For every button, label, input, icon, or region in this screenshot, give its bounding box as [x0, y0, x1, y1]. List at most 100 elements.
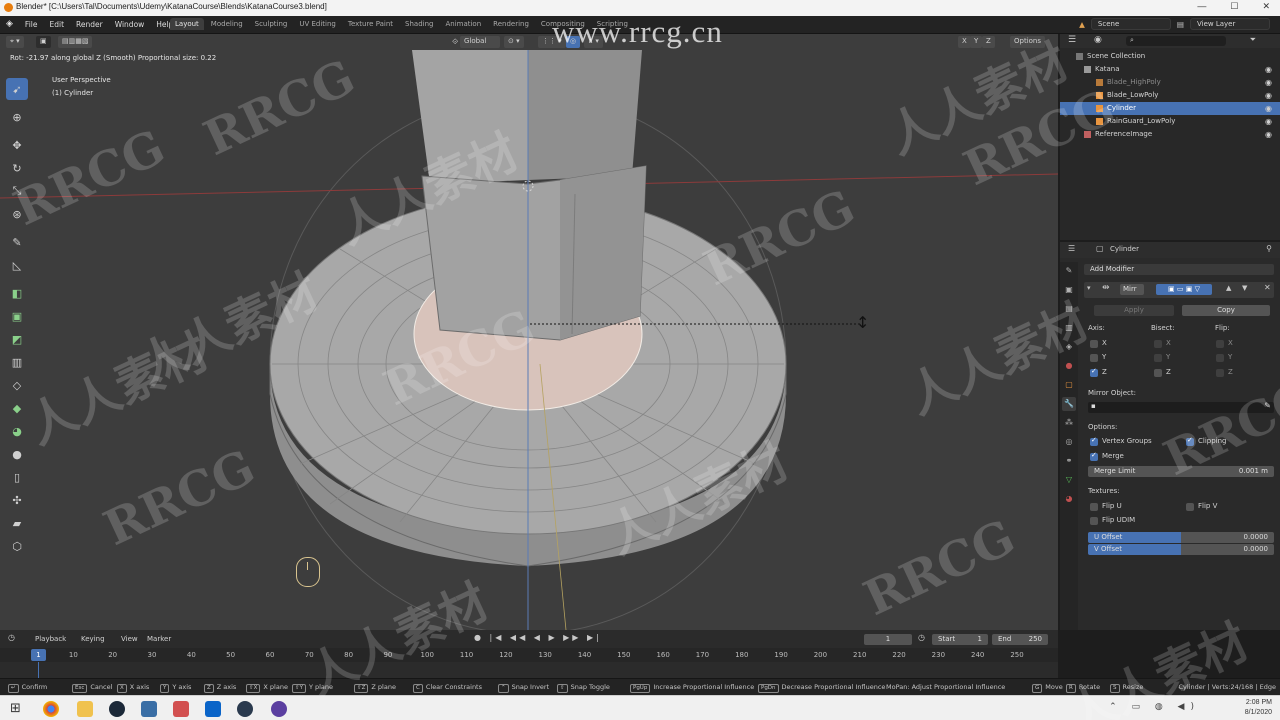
annotate-tool-icon[interactable]: ✎: [6, 231, 28, 253]
photos-icon[interactable]: [141, 701, 157, 717]
tab-shading[interactable]: Shading: [400, 18, 438, 30]
modifier-tab-icon[interactable]: 🔧: [1062, 397, 1076, 411]
outliner-item-referenceimage[interactable]: ReferenceImage ◉: [1060, 128, 1280, 141]
tab-texture-paint[interactable]: Texture Paint: [343, 18, 398, 30]
scene-tab-icon[interactable]: ◈: [1062, 340, 1076, 354]
outliner-item-cylinder[interactable]: Cylinder ◉: [1060, 102, 1280, 115]
preview-range-icon[interactable]: ◷: [918, 633, 925, 642]
start-frame-field[interactable]: Start 1: [932, 634, 988, 645]
move-down-icon[interactable]: ▼: [1242, 284, 1247, 292]
shear-tool-icon[interactable]: ▰: [6, 512, 28, 534]
clock[interactable]: 2:08 PM 8/1/2020: [1245, 698, 1272, 718]
tab-uv-editing[interactable]: UV Editing: [294, 18, 341, 30]
pin-icon[interactable]: ⚲: [1266, 244, 1272, 253]
select-box-modes[interactable]: ▤▥▦▧: [58, 36, 93, 48]
scale-tool-icon[interactable]: ⤡: [6, 180, 28, 202]
windows-start-icon[interactable]: ⊞: [10, 701, 21, 716]
physics-tab-icon[interactable]: ◎: [1062, 435, 1076, 449]
cursor-tool-icon[interactable]: ⊕: [6, 106, 28, 128]
tab-sculpting[interactable]: Sculpting: [250, 18, 293, 30]
filter-icon[interactable]: ⏷: [1250, 35, 1256, 45]
measure-tool-icon[interactable]: ◺: [6, 254, 28, 276]
spin-tool-icon[interactable]: ◕: [6, 420, 28, 442]
object-tab-icon[interactable]: ▢: [1062, 378, 1076, 392]
outliner-item-katana[interactable]: Katana ◉: [1060, 63, 1280, 76]
flip-x-checkbox[interactable]: [1216, 340, 1224, 348]
3d-viewport[interactable]: ↕ ⌖ ▾ ▣ ▤▥▦▧ ⟐ Global ⊙ ▾ ⋮⋮ ▾ ◎ ∧ ▾ X Y…: [0, 34, 1058, 630]
close-button[interactable]: ✕: [1262, 1, 1270, 12]
shrink-fatten-tool-icon[interactable]: ✣: [6, 489, 28, 511]
poly-build-tool-icon[interactable]: ◆: [6, 397, 28, 419]
constraints-tab-icon[interactable]: ⚭: [1062, 454, 1076, 468]
rotate-tool-icon[interactable]: ↻: [6, 157, 28, 179]
transform-tool-icon[interactable]: ⊛: [6, 203, 28, 225]
flip-udim-checkbox[interactable]: [1090, 517, 1098, 525]
menu-view[interactable]: View: [121, 635, 138, 643]
inset-tool-icon[interactable]: ▣: [6, 305, 28, 327]
material-tab-icon[interactable]: ◕: [1062, 492, 1076, 506]
vertex-groups-checkbox[interactable]: [1090, 436, 1098, 446]
chrome-icon[interactable]: [43, 701, 59, 717]
visibility-eye-icon[interactable]: ◉: [1265, 128, 1272, 141]
axis-z-toggle[interactable]: Z: [982, 36, 995, 48]
v-offset-slider[interactable]: V Offset 0.0000: [1088, 544, 1274, 555]
outliner-editor-icon[interactable]: ☰: [1068, 35, 1076, 45]
tab-animation[interactable]: Animation: [440, 18, 486, 30]
menu-window[interactable]: Window: [115, 20, 145, 29]
move-tool-icon[interactable]: ✥: [6, 134, 28, 156]
maximize-button[interactable]: ☐: [1230, 1, 1238, 12]
visibility-eye-icon[interactable]: ◉: [1265, 102, 1272, 115]
particles-tab-icon[interactable]: ⁂: [1062, 416, 1076, 430]
tray-icons[interactable]: ⌃ ▭ ◍ ◀): [1109, 702, 1200, 712]
mirror-object-field[interactable]: ▪ ✎: [1088, 401, 1274, 413]
display-mode-icon[interactable]: ◉: [1094, 35, 1102, 45]
menu-render[interactable]: Render: [76, 20, 103, 29]
folder-icon[interactable]: [77, 701, 93, 717]
merge-limit-field[interactable]: Merge Limit 0.001 m: [1088, 466, 1274, 477]
steam-2-icon[interactable]: [237, 701, 253, 717]
timeline-ruler[interactable]: 1 10 20 30 40 50 60 70 80 90 100 110 120 130 140 150 16…: [0, 648, 1058, 662]
timeline-area[interactable]: [0, 662, 1058, 678]
extrude-tool-icon[interactable]: ◧: [6, 282, 28, 304]
playback-controls[interactable]: ● |◀ ◀◀ ◀ ▶ ▶▶ ▶|: [474, 633, 602, 642]
rip-region-tool-icon[interactable]: ⬡: [6, 535, 28, 557]
end-frame-field[interactable]: End 250: [992, 634, 1048, 645]
outliner-item-blade-highpoly[interactable]: Blade_HighPoly ◉: [1060, 76, 1280, 89]
axis-x-toggle[interactable]: X: [958, 36, 971, 48]
data-tab-icon[interactable]: ▽: [1062, 473, 1076, 487]
menu-playback[interactable]: Playback: [35, 635, 66, 643]
axis-z-checkbox[interactable]: [1090, 367, 1098, 377]
options-dropdown[interactable]: Options: [1010, 36, 1046, 48]
properties-editor-icon[interactable]: ☰: [1068, 244, 1075, 253]
visibility-eye-icon[interactable]: ◉: [1265, 89, 1272, 102]
editor-type-button[interactable]: ⌖ ▾: [6, 36, 24, 48]
clipping-checkbox[interactable]: [1186, 436, 1194, 446]
tab-layout[interactable]: Layout: [170, 18, 204, 30]
timeline-editor-icon[interactable]: ◷: [8, 633, 15, 642]
move-up-icon[interactable]: ▲: [1226, 284, 1231, 292]
axis-y-checkbox[interactable]: [1090, 354, 1098, 362]
transform-orientation-dropdown[interactable]: Global: [460, 36, 500, 48]
merge-checkbox[interactable]: [1090, 451, 1098, 461]
flip-y-checkbox[interactable]: [1216, 354, 1224, 362]
render-tab-icon[interactable]: ▣: [1062, 283, 1076, 297]
axis-y-toggle[interactable]: Y: [970, 36, 983, 48]
remove-modifier-icon[interactable]: ✕: [1264, 283, 1271, 292]
axis-x-checkbox[interactable]: [1090, 340, 1098, 348]
view-layer-tab-icon[interactable]: ▥: [1062, 321, 1076, 335]
eyedropper-icon[interactable]: ✎: [1264, 401, 1271, 410]
outlook-icon[interactable]: [205, 701, 221, 717]
copy-button[interactable]: Copy: [1182, 305, 1270, 316]
modifier-visibility-toggles[interactable]: ▣ ▭ ▣ ▽: [1156, 284, 1212, 295]
menu-edit[interactable]: Edit: [49, 20, 64, 29]
outliner-scene-collection[interactable]: Scene Collection: [1060, 50, 1280, 63]
steam-icon[interactable]: [109, 701, 125, 717]
select-mode-button[interactable]: ▣: [36, 36, 51, 48]
pivot-point-button[interactable]: ⊙ ▾: [504, 36, 524, 48]
u-offset-slider[interactable]: U Offset 0.0000: [1088, 532, 1274, 543]
collapse-icon[interactable]: ▾: [1087, 284, 1091, 292]
add-modifier-dropdown[interactable]: Add Modifier: [1084, 264, 1274, 275]
blender-menu-icon[interactable]: ◈: [6, 19, 13, 29]
bisect-z-checkbox[interactable]: [1154, 369, 1162, 377]
visibility-eye-icon[interactable]: ◉: [1265, 76, 1272, 89]
